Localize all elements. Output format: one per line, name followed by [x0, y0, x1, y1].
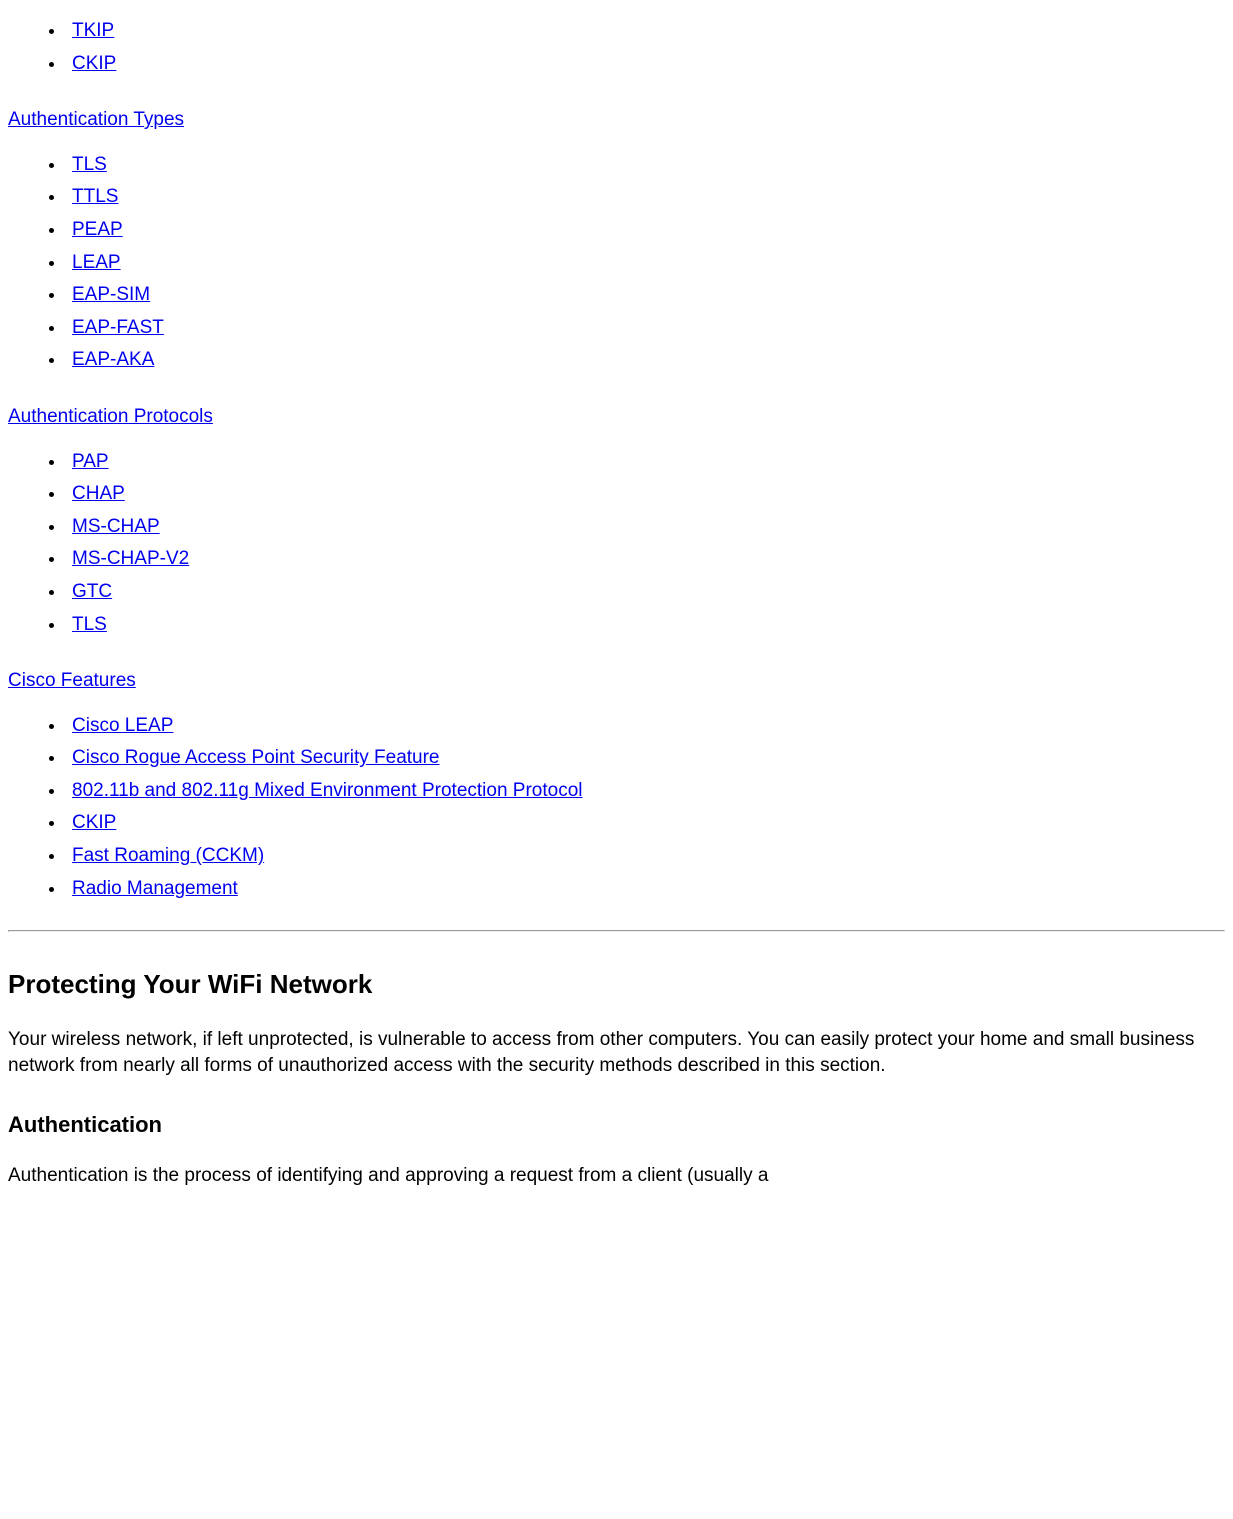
link-authentication-types[interactable]: Authentication Types — [8, 109, 184, 130]
list-item: CHAP — [66, 481, 1225, 508]
list-item: CKIP — [66, 810, 1225, 837]
list-item: Radio Management — [66, 876, 1225, 903]
link-ttls[interactable]: TTLS — [72, 186, 118, 207]
link-ckip[interactable]: CKIP — [72, 53, 116, 74]
paragraph-authentication: Authentication is the process of identif… — [8, 1163, 1225, 1190]
link-tls[interactable]: TLS — [72, 154, 107, 175]
link-leap[interactable]: LEAP — [72, 252, 121, 273]
list-item: MS-CHAP — [66, 514, 1225, 541]
section-heading-link: Authentication Types — [8, 107, 1225, 134]
list-item: EAP-AKA — [66, 347, 1225, 374]
list-item: PEAP — [66, 217, 1225, 244]
link-eap-sim[interactable]: EAP-SIM — [72, 284, 150, 305]
link-cisco-leap[interactable]: Cisco LEAP — [72, 715, 173, 736]
list-item: TLS — [66, 612, 1225, 639]
section-heading-link: Cisco Features — [8, 668, 1225, 695]
list-item: GTC — [66, 579, 1225, 606]
link-cisco-rogue-ap[interactable]: Cisco Rogue Access Point Security Featur… — [72, 747, 440, 768]
link-eap-aka[interactable]: EAP-AKA — [72, 349, 154, 370]
link-eap-fast[interactable]: EAP-FAST — [72, 317, 164, 338]
link-ms-chap-v2[interactable]: MS-CHAP-V2 — [72, 548, 189, 569]
list-item: TLS — [66, 152, 1225, 179]
top-list: TKIP CKIP — [8, 18, 1225, 77]
divider — [8, 930, 1225, 932]
authentication-types-list: TLS TTLS PEAP LEAP EAP-SIM EAP-FAST EAP-… — [8, 152, 1225, 374]
link-radio-management[interactable]: Radio Management — [72, 878, 238, 899]
heading-authentication: Authentication — [8, 1110, 1225, 1141]
list-item: MS-CHAP-V2 — [66, 546, 1225, 573]
list-item: EAP-FAST — [66, 315, 1225, 342]
cisco-features-list: Cisco LEAP Cisco Rogue Access Point Secu… — [8, 713, 1225, 903]
list-item: CKIP — [66, 51, 1225, 78]
heading-protecting-wifi: Protecting Your WiFi Network — [8, 966, 1225, 1002]
link-gtc[interactable]: GTC — [72, 581, 112, 602]
link-fast-roaming[interactable]: Fast Roaming (CCKM) — [72, 845, 264, 866]
list-item: 802.11b and 802.11g Mixed Environment Pr… — [66, 778, 1225, 805]
link-tls-2[interactable]: TLS — [72, 614, 107, 635]
section-heading-link: Authentication Protocols — [8, 404, 1225, 431]
link-pap[interactable]: PAP — [72, 451, 109, 472]
list-item: TKIP — [66, 18, 1225, 45]
link-authentication-protocols[interactable]: Authentication Protocols — [8, 406, 213, 427]
link-chap[interactable]: CHAP — [72, 483, 125, 504]
link-tkip[interactable]: TKIP — [72, 20, 114, 41]
list-item: TTLS — [66, 184, 1225, 211]
paragraph-intro: Your wireless network, if left unprotect… — [8, 1027, 1225, 1080]
list-item: EAP-SIM — [66, 282, 1225, 309]
link-ckip-2[interactable]: CKIP — [72, 812, 116, 833]
link-mixed-env-protection[interactable]: 802.11b and 802.11g Mixed Environment Pr… — [72, 780, 583, 801]
list-item: Fast Roaming (CCKM) — [66, 843, 1225, 870]
authentication-protocols-list: PAP CHAP MS-CHAP MS-CHAP-V2 GTC TLS — [8, 449, 1225, 639]
list-item: Cisco Rogue Access Point Security Featur… — [66, 745, 1225, 772]
list-item: PAP — [66, 449, 1225, 476]
link-ms-chap[interactable]: MS-CHAP — [72, 516, 160, 537]
list-item: Cisco LEAP — [66, 713, 1225, 740]
link-cisco-features[interactable]: Cisco Features — [8, 670, 136, 691]
list-item: LEAP — [66, 250, 1225, 277]
link-peap[interactable]: PEAP — [72, 219, 123, 240]
